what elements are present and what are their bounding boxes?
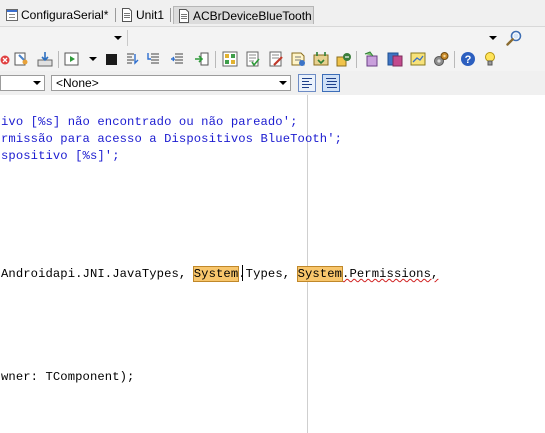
help-icon[interactable]: ?	[460, 51, 476, 67]
search-dropdown-arrow-icon[interactable]	[488, 33, 498, 43]
error-underlined-token: .Permissions,	[342, 267, 439, 281]
uses-clause-line: Androidapi.JNI.JavaTypes, System.Types, …	[1, 266, 439, 282]
highlighted-identifier: System	[192, 266, 240, 282]
run-dropdown-icon[interactable]	[88, 54, 98, 64]
code-line: rmissão para acesso a Dispositivos BlueT…	[1, 132, 343, 146]
code-navigation-bar: <None>	[0, 71, 545, 96]
text-caret	[242, 265, 243, 281]
form-icon	[6, 8, 18, 22]
install-icon[interactable]	[37, 51, 53, 67]
unit-file-icon	[178, 8, 190, 23]
tab-label: ACBrDeviceBlueTooth	[193, 8, 312, 23]
tab-configuraserial[interactable]: ConfiguraSerial*	[2, 6, 114, 24]
step-over-icon[interactable]	[125, 51, 141, 67]
tab-unit1[interactable]: Unit1	[117, 6, 169, 24]
method-combo[interactable]: <None>	[51, 75, 291, 91]
top-toolbar	[0, 26, 545, 49]
tab-label: Unit1	[136, 8, 165, 22]
trace-into-icon[interactable]	[147, 51, 163, 67]
code-token: .Types,	[238, 267, 298, 281]
search-combo[interactable]	[128, 29, 503, 47]
class-combo[interactable]	[0, 75, 45, 91]
unit-file-icon	[121, 8, 133, 22]
dropdown-arrow-icon[interactable]	[275, 76, 290, 90]
align-center-icon[interactable]	[322, 74, 340, 92]
dropdown-arrow-icon[interactable]	[113, 33, 123, 43]
run-icon[interactable]	[64, 51, 80, 67]
run-to-cursor-icon[interactable]	[170, 51, 186, 67]
toolbar-separator	[58, 51, 59, 68]
tab-separator	[170, 8, 171, 22]
toolbar-separator	[454, 51, 455, 68]
attach-icon[interactable]	[290, 51, 306, 67]
editor-tab-bar: ConfiguraSerial* Unit1 ACBrDeviceBlueToo…	[0, 0, 545, 26]
highlighted-identifier: System	[296, 266, 344, 282]
form-designer-icon[interactable]	[410, 51, 426, 67]
deploy-icon[interactable]	[336, 51, 352, 67]
svg-text:?: ?	[465, 54, 472, 66]
project-manager-icon[interactable]	[387, 51, 403, 67]
stop-icon[interactable]	[104, 51, 120, 67]
search-icon[interactable]	[505, 29, 523, 47]
compile-icon[interactable]	[13, 51, 29, 67]
toolbar-separator	[356, 51, 357, 68]
revert-icon[interactable]	[268, 51, 284, 67]
tab-label: ConfiguraSerial*	[21, 8, 109, 22]
code-line: wner: TComponent);	[1, 370, 135, 384]
commit-icon[interactable]	[245, 51, 261, 67]
tab-separator	[115, 8, 116, 22]
tip-icon[interactable]	[482, 51, 498, 67]
run-without-debug-icon[interactable]	[194, 51, 210, 67]
align-left-icon[interactable]	[298, 74, 316, 92]
detach-icon[interactable]	[313, 51, 329, 67]
tab-acbrdevicebluetooth[interactable]: ACBrDeviceBlueTooth	[173, 6, 314, 24]
tile-icon[interactable]	[222, 51, 238, 67]
dropdown-arrow-icon[interactable]	[29, 76, 44, 90]
code-token: Androidapi.JNI.JavaTypes,	[1, 267, 194, 281]
packages-icon[interactable]	[364, 51, 380, 67]
code-line: ivo [%s] não encontrado ou não pareado';	[1, 115, 298, 129]
toolbar-separator	[215, 51, 216, 68]
options-icon[interactable]	[433, 51, 449, 67]
code-line: spositivo [%s]';	[1, 149, 120, 163]
ide-toolbar: ?	[0, 48, 545, 71]
